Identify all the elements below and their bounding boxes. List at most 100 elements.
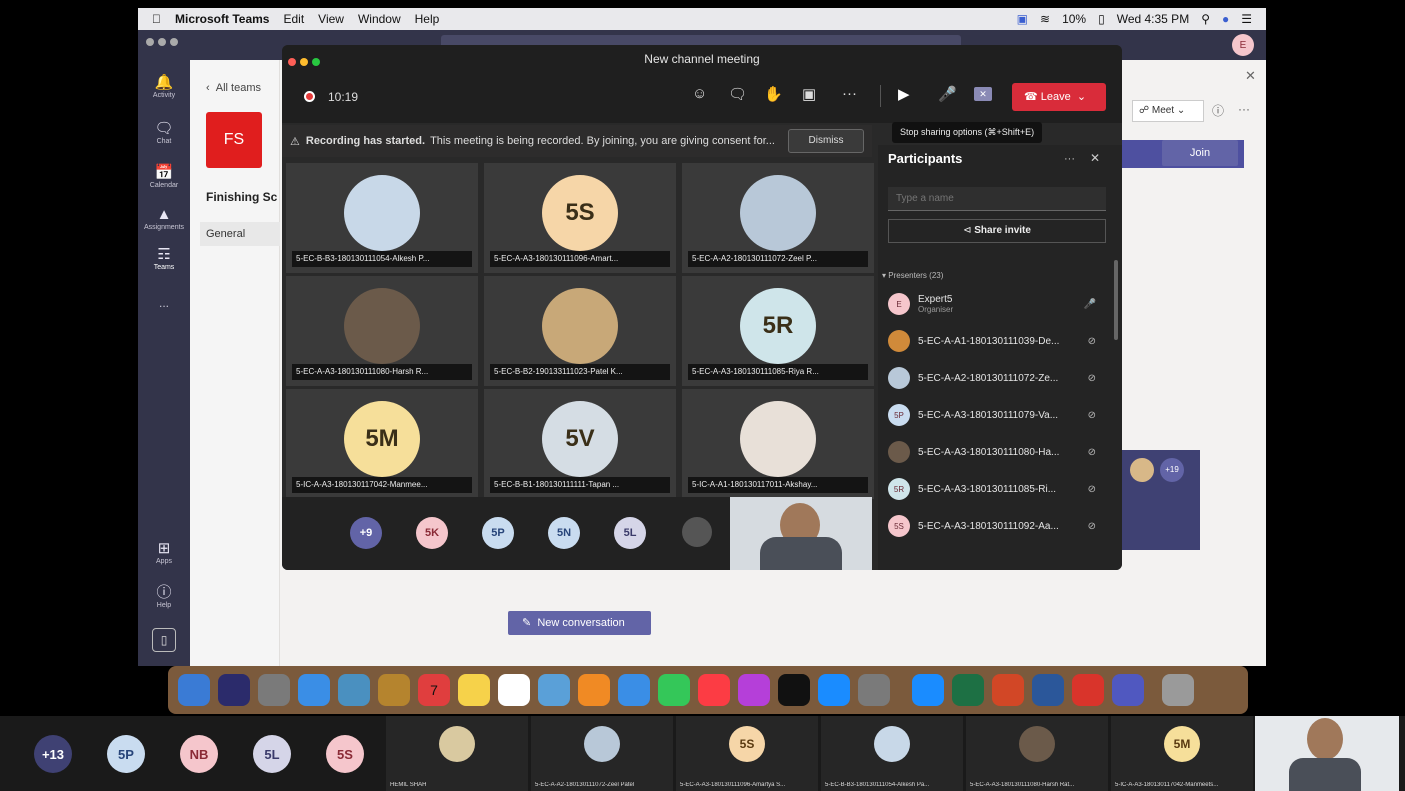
battery-icon[interactable]: ▯ xyxy=(1098,12,1105,26)
mic-muted-icon[interactable]: ⊘ xyxy=(1088,373,1096,384)
music-icon[interactable] xyxy=(698,674,730,706)
mic-muted-icon[interactable]: ⊘ xyxy=(1088,410,1096,421)
mic-muted-icon[interactable]: ⊘ xyxy=(1088,521,1096,532)
video-tile[interactable]: 5-IC-A-A1-180130117011-Akshay... xyxy=(682,389,874,499)
participant-photo[interactable] xyxy=(682,517,712,547)
launchpad-icon[interactable] xyxy=(258,674,290,706)
share-invite-button[interactable]: ⊲ Share invite xyxy=(888,219,1106,243)
menu-edit[interactable]: Edit xyxy=(283,12,304,26)
overflow-chip[interactable]: +13 xyxy=(34,735,72,773)
team-name[interactable]: Finishing Sc xyxy=(206,190,277,204)
siri-icon[interactable]: ● xyxy=(1222,12,1229,26)
leave-button[interactable]: ☎ Leave ⌄ xyxy=(1012,83,1106,111)
settings-icon[interactable] xyxy=(858,674,890,706)
participant-chip[interactable]: 5S xyxy=(326,735,364,773)
control-center-icon[interactable]: ☰ xyxy=(1241,12,1252,26)
screen-share-icon[interactable]: ▣ xyxy=(1017,12,1028,26)
photos-color-icon[interactable] xyxy=(578,674,610,706)
camera-icon[interactable]: ▶ xyxy=(898,85,910,103)
trash-icon[interactable] xyxy=(1162,674,1194,706)
video-tile[interactable]: 5R 5-EC-A-A3-180130111085-Riya R... xyxy=(682,276,874,386)
apple-icon[interactable]:  xyxy=(152,12,161,26)
appstore-icon[interactable] xyxy=(818,674,850,706)
rail-teams[interactable]: ☶ Teams xyxy=(138,246,190,271)
video-tile[interactable]: 5-EC-B-B2-190133111023-Patel K... xyxy=(484,276,676,386)
strip-video-tile[interactable]: 5-EC-A-A3-180130111080-Harsh Rat... xyxy=(966,716,1108,791)
new-conversation-button[interactable]: ✎ New conversation xyxy=(508,611,651,635)
join-button[interactable]: Join xyxy=(1162,140,1238,166)
teamviewer-icon[interactable] xyxy=(912,674,944,706)
participants-icon[interactable]: ☺ xyxy=(692,85,707,102)
video-tile[interactable]: 5M 5-IC-A-A3-180130117042-Manmee... xyxy=(286,389,478,499)
more-actions-icon[interactable]: ··· xyxy=(842,85,857,102)
participant-search-input[interactable] xyxy=(888,187,1106,211)
strip-video-tile[interactable]: 5-EC-A-A2-180130111072-Zeel Patel xyxy=(531,716,673,791)
panel-close-icon[interactable]: ✕ xyxy=(1090,151,1100,165)
rail-apps[interactable]: ⊞ Apps xyxy=(138,540,190,565)
video-tile[interactable]: 5-EC-A-A2-180130111072-Zeel P... xyxy=(682,163,874,273)
participant-chip[interactable]: 5P xyxy=(107,735,145,773)
rail-assignments[interactable]: ▲ Assignments xyxy=(138,206,190,231)
podcasts-icon[interactable] xyxy=(738,674,770,706)
excel-icon[interactable] xyxy=(952,674,984,706)
dismiss-button[interactable]: Dismiss xyxy=(788,129,864,153)
stickies-icon[interactable] xyxy=(458,674,490,706)
participant-row[interactable]: 5S 5-EC-A-A3-180130111092-Aa... ⊘ xyxy=(888,511,1096,541)
presenters-section[interactable]: ▾ Presenters (23) xyxy=(882,271,943,280)
reminders-icon[interactable] xyxy=(498,674,530,706)
rail-activity[interactable]: 🔔 Activity xyxy=(138,74,190,99)
strip-video-tile[interactable]: HEMIL SHAH xyxy=(386,716,528,791)
rail-chat[interactable]: 🗨 Chat xyxy=(138,120,190,145)
mic-muted-icon[interactable]: ⊘ xyxy=(1088,447,1096,458)
menu-view[interactable]: View xyxy=(318,12,344,26)
messages-icon[interactable] xyxy=(618,674,650,706)
appletv-icon[interactable] xyxy=(778,674,810,706)
wifi-icon[interactable]: ≋ xyxy=(1040,12,1050,26)
rooms-icon[interactable]: ▣ xyxy=(802,85,816,103)
video-tile[interactable]: 5-EC-B-B3-180130111054-Alkesh P... xyxy=(286,163,478,273)
word-icon[interactable] xyxy=(1032,674,1064,706)
window-controls[interactable] xyxy=(146,33,182,51)
video-tile[interactable]: 5S 5-EC-A-A3-180130111096-Amart... xyxy=(484,163,676,273)
facetime-icon[interactable] xyxy=(658,674,690,706)
strip-video-tile[interactable]: 5M 5-IC-A-A3-180130117042-Manmeets... xyxy=(1111,716,1253,791)
preview-icon[interactable] xyxy=(338,674,370,706)
participant-chip[interactable]: 5P xyxy=(482,517,514,549)
participant-chip[interactable]: 5L xyxy=(253,735,291,773)
panel-more-icon[interactable]: ··· xyxy=(1064,153,1075,165)
close-icon[interactable]: ✕ xyxy=(1245,68,1256,84)
meeting-window-controls[interactable] xyxy=(288,48,324,76)
back-all-teams[interactable]: ‹ All teams xyxy=(206,82,261,94)
rail-help[interactable]: ⓘ Help xyxy=(138,584,190,609)
strip-video-tile[interactable]: 5-EC-B-B3-180130111054-Alkesh Pa... xyxy=(821,716,963,791)
mic-muted-icon[interactable]: ⊘ xyxy=(1088,336,1096,347)
teams-icon[interactable] xyxy=(1112,674,1144,706)
participant-row[interactable]: 5-EC-A-A3-180130111080-Ha... ⊘ xyxy=(888,437,1096,467)
rail-more[interactable]: ... xyxy=(138,296,190,310)
avatar[interactable]: E xyxy=(1232,34,1254,56)
video-tile[interactable]: 5V 5-EC-B-B1-180130111111-Tapan ... xyxy=(484,389,676,499)
participant-chip[interactable]: NB xyxy=(180,735,218,773)
info-icon[interactable]: ⓘ xyxy=(1212,102,1224,119)
clock-text[interactable]: Wed 4:35 PM xyxy=(1117,12,1189,26)
mic-icon[interactable]: 🎤 xyxy=(938,85,957,103)
overflow-chip[interactable]: +9 xyxy=(350,517,382,549)
participant-row[interactable]: 5-EC-A-A2-180130111072-Ze... ⊘ xyxy=(888,363,1096,393)
channel-general[interactable]: General xyxy=(200,222,280,246)
finder-icon[interactable] xyxy=(178,674,210,706)
calendar-icon[interactable]: 7 xyxy=(418,674,450,706)
siri-icon[interactable] xyxy=(218,674,250,706)
notes-icon[interactable] xyxy=(378,674,410,706)
participant-row[interactable]: 5P 5-EC-A-A3-180130111079-Va... ⊘ xyxy=(888,400,1096,430)
mic-icon[interactable]: 🎤 xyxy=(1084,299,1096,310)
strip-video-tile[interactable]: 5S 5-EC-A-A3-180130111096-Amartya S... xyxy=(676,716,818,791)
mobile-icon[interactable]: ▯ xyxy=(152,628,176,652)
meet-button[interactable]: ☍ Meet ⌄ xyxy=(1132,100,1204,122)
chat-icon[interactable]: 🗨 xyxy=(728,85,747,103)
menu-app-name[interactable]: Microsoft Teams xyxy=(175,12,269,26)
rail-calendar[interactable]: 📅 Calendar xyxy=(138,164,190,189)
participant-row[interactable]: E Expert5 Organiser 🎤 xyxy=(888,289,1096,319)
participant-chip[interactable]: 5L xyxy=(614,517,646,549)
photos-icon[interactable] xyxy=(538,674,570,706)
safari-icon[interactable] xyxy=(298,674,330,706)
